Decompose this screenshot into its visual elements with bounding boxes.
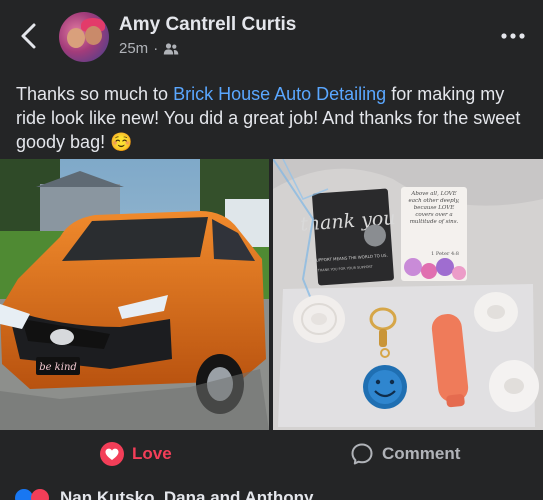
photo-car[interactable]: be kind [0, 159, 269, 430]
love-reaction-icon [100, 442, 124, 466]
author-name[interactable]: Amy Cantrell Curtis [119, 14, 296, 36]
comment-label: Comment [382, 444, 461, 463]
photo-goody-bag[interactable]: thank you YOUR SUPPORT MEANS THE WORLD T… [273, 159, 543, 430]
heart-icon [105, 448, 119, 460]
comment-button[interactable]: Comment [350, 442, 460, 466]
post-text-before: Thanks so much to [16, 84, 174, 104]
verse-ref: 1 Peter 4:8 [431, 251, 459, 257]
car-photo-graphic: be kind [0, 159, 269, 430]
verse-text: Above all, LOVE each other deeply, becau… [408, 191, 460, 225]
avatar[interactable] [59, 12, 109, 62]
post-actions: Love Comment [0, 430, 543, 482]
meta-separator: · [153, 40, 159, 57]
post-header: Amy Cantrell Curtis 25m · [0, 0, 543, 70]
love-label: Love [132, 444, 172, 463]
post-meta: 25m · [119, 40, 179, 57]
next-post-preview: Nan Kutsko, Dana and Anthony [0, 482, 543, 500]
smiling-emoji: ☺️ [110, 132, 133, 152]
chevron-left-icon [21, 23, 36, 49]
love-button[interactable]: Love [100, 442, 172, 466]
post-text: Thanks so much to Brick House Auto Detai… [16, 82, 531, 154]
more-options-button[interactable] [499, 22, 527, 50]
friends-icon[interactable] [163, 42, 179, 56]
comment-icon [351, 443, 373, 465]
next-post-names[interactable]: Nan Kutsko, Dana and Anthony [60, 488, 313, 500]
more-horizontal-icon [501, 33, 525, 39]
goody-bag-graphic: thank you YOUR SUPPORT MEANS THE WORLD T… [273, 159, 543, 430]
tagged-business-link[interactable]: Brick House Auto Detailing [173, 84, 386, 104]
post-time[interactable]: 25m [119, 40, 148, 57]
reaction-avatars [14, 488, 54, 500]
back-button[interactable] [14, 18, 44, 54]
plate-text: be kind [39, 362, 77, 373]
